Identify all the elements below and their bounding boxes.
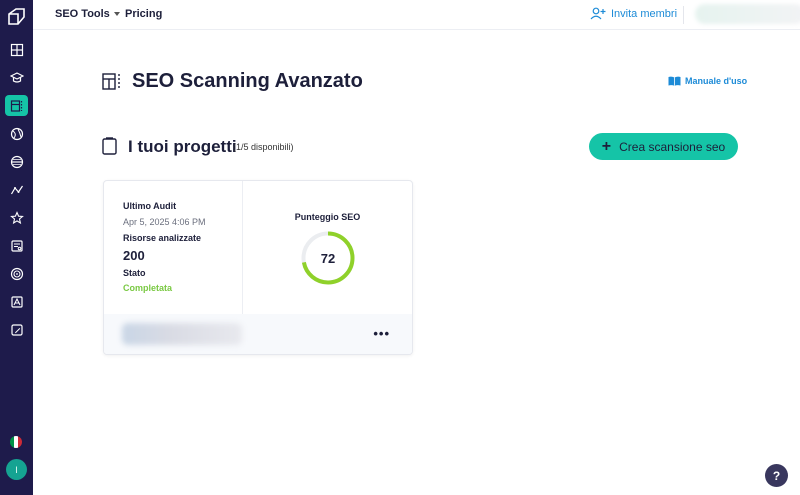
link-icon[interactable] xyxy=(5,151,28,172)
seo-tools-label: SEO Tools xyxy=(55,8,110,20)
projects-title: I tuoi progetti xyxy=(128,137,237,156)
divider xyxy=(683,6,684,24)
document-icon xyxy=(102,137,117,155)
star-icon[interactable] xyxy=(5,207,28,228)
avatar[interactable]: I xyxy=(6,459,27,480)
top-bar: SEO Tools Pricing Invita membri xyxy=(33,0,800,30)
report-icon[interactable] xyxy=(5,235,28,256)
graduation-icon[interactable] xyxy=(5,67,28,88)
status-label: Stato xyxy=(123,268,146,278)
status-badge: Completata xyxy=(123,283,173,293)
projects-count: (1/5 disponibili) xyxy=(233,142,294,152)
pricing-link[interactable]: Pricing xyxy=(125,8,162,20)
seo-score-panel: Punteggio SEO 72 xyxy=(243,181,412,314)
seo-score-value: 72 xyxy=(320,250,336,266)
content-icon[interactable] xyxy=(5,291,28,312)
plus-icon: + xyxy=(601,137,612,155)
seo-scan-icon[interactable] xyxy=(5,95,28,116)
invite-members-label: Invita membri xyxy=(611,7,678,20)
account-menu[interactable] xyxy=(695,4,800,24)
help-button[interactable]: ? xyxy=(765,464,788,487)
more-options-icon[interactable]: ••• xyxy=(373,326,390,341)
last-audit-label: Ultimo Audit xyxy=(123,201,177,211)
project-domain[interactable] xyxy=(122,323,242,345)
create-scan-button[interactable]: + Crea scansione seo xyxy=(589,133,738,160)
manual-link[interactable]: Manuale d'uso xyxy=(668,76,747,86)
sidebar: I xyxy=(0,0,33,495)
add-user-icon xyxy=(590,7,606,20)
resources-label: Risorse analizzate xyxy=(123,233,202,243)
manual-label: Manuale d'uso xyxy=(685,76,748,86)
invite-members-button[interactable]: Invita membri xyxy=(590,7,677,20)
book-icon xyxy=(668,76,681,86)
analytics-icon[interactable] xyxy=(5,179,28,200)
seo-tools-menu[interactable]: SEO Tools xyxy=(55,8,120,20)
dashboard-icon[interactable] xyxy=(5,39,28,60)
seo-score-label: Punteggio SEO xyxy=(294,212,361,222)
last-audit-value: Apr 5, 2025 4:06 PM xyxy=(123,217,206,227)
target-icon[interactable] xyxy=(5,263,28,284)
card-footer: ••• xyxy=(104,314,412,354)
seo-scan-icon xyxy=(102,72,122,92)
edit-icon[interactable] xyxy=(5,319,28,340)
page-title: SEO Scanning Avanzato xyxy=(132,70,363,92)
create-scan-label: Crea scansione seo xyxy=(619,139,726,154)
globe-icon[interactable] xyxy=(5,123,28,144)
resources-value: 200 xyxy=(123,248,145,263)
chevron-down-icon xyxy=(113,12,120,16)
audit-info: Ultimo Audit Apr 5, 2025 4:06 PM Risorse… xyxy=(104,181,243,314)
italian-flag-icon[interactable] xyxy=(10,436,22,448)
logo-icon[interactable] xyxy=(6,7,27,28)
project-card[interactable]: Ultimo Audit Apr 5, 2025 4:06 PM Risorse… xyxy=(103,180,413,355)
